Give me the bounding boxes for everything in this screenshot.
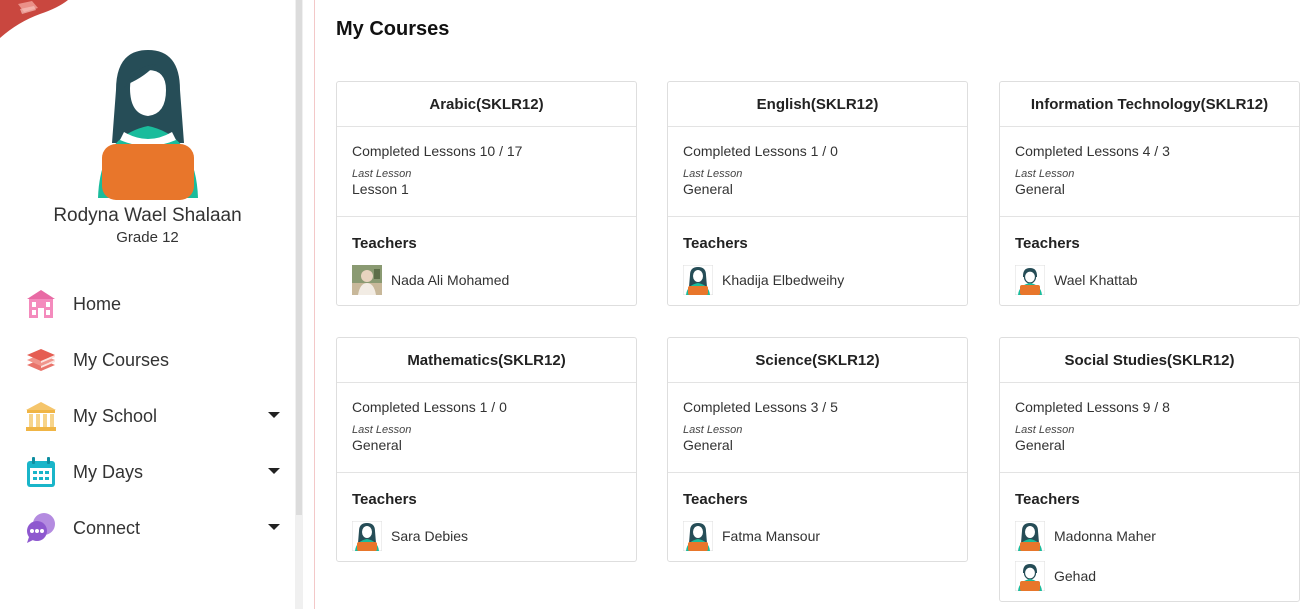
last-lesson-label: Last Lesson [683,424,743,436]
course-title[interactable]: English(SKLR12) [668,82,967,127]
course-card[interactable]: Mathematics(SKLR12) Completed Lessons 1 /… [336,337,637,562]
teachers-heading: Teachers [1015,491,1080,508]
chevron-down-icon[interactable] [268,412,280,418]
profile-avatar[interactable] [88,48,208,203]
scrollbar-thumb[interactable] [296,0,302,515]
teacher-default-avatar [1015,561,1045,591]
teacher-item[interactable]: Nada Ali Mohamed [352,265,621,295]
last-lesson-label: Last Lesson [1015,168,1075,180]
last-lesson-link[interactable]: General [1015,181,1284,197]
teacher-name: Khadija Elbedweihy [722,272,845,288]
course-progress: Completed Lessons 1 / 0 Last Lesson Genera… [668,127,967,217]
sidebar-nav: Home My Courses My School My Days Connec… [0,276,295,556]
course-progress: Completed Lessons 9 / 8 Last Lesson Genera… [1000,383,1299,473]
sidebar-item-home[interactable]: Home [0,276,295,332]
teachers-section: Teachers Madonna Maher Gehad [1000,473,1299,601]
completed-lessons: Completed Lessons 10 / 17 [352,143,523,159]
course-progress: Completed Lessons 4 / 3 Last Lesson Genera… [1000,127,1299,217]
teachers-heading: Teachers [683,235,748,252]
teachers-heading: Teachers [683,491,748,508]
teacher-name: Nada Ali Mohamed [391,272,510,288]
sidebar-item-label: Connect [73,517,141,538]
course-card[interactable]: Information Technology(SKLR12) Completed … [999,81,1300,306]
sidebar-item-connect[interactable]: Connect [0,500,295,556]
course-title[interactable]: Science(SKLR12) [668,338,967,383]
teacher-name: Wael Khattab [1054,272,1138,288]
last-lesson-link[interactable]: General [1015,437,1284,453]
completed-lessons: Completed Lessons 1 / 0 [352,399,507,415]
teachers-heading: Teachers [1015,235,1080,252]
course-card[interactable]: English(SKLR12) Completed Lessons 1 / 0 La… [667,81,968,306]
course-title[interactable]: Social Studies(SKLR12) [1000,338,1299,383]
chat-bubbles-icon [27,513,55,543]
teacher-item[interactable]: Madonna Maher [1015,521,1284,551]
teacher-default-avatar [1015,265,1045,295]
teacher-item[interactable]: Khadija Elbedweihy [683,265,952,295]
course-card[interactable]: Science(SKLR12) Completed Lessons 3 / 5 La… [667,337,968,562]
sidebar-item-my-courses[interactable]: My Courses [0,332,295,388]
last-lesson-label: Last Lesson [352,424,412,436]
teacher-item[interactable]: Wael Khattab [1015,265,1284,295]
teachers-section: Teachers Fatma Mansour [668,473,967,561]
teacher-name: Sara Debies [391,528,469,544]
last-lesson-label: Last Lesson [1015,424,1075,436]
teacher-name: Fatma Mansour [722,528,821,544]
course-title[interactable]: Arabic(SKLR12) [337,82,636,127]
last-lesson-label: Last Lesson [352,168,412,180]
course-title[interactable]: Information Technology(SKLR12) [1000,82,1299,127]
teachers-section: Teachers Khadija Elbedweihy [668,217,967,305]
sidebar-item-my-days[interactable]: My Days [0,444,295,500]
main-content: My Courses Arabic(SKLR12) Completed Lesso… [315,0,1308,609]
course-title[interactable]: Mathematics(SKLR12) [337,338,636,383]
sidebar-item-label: Home [73,293,122,314]
sidebar-item-label: My Courses [73,349,170,370]
completed-lessons: Completed Lessons 9 / 8 [1015,399,1170,415]
completed-lessons: Completed Lessons 4 / 3 [1015,143,1170,159]
last-lesson-link[interactable]: General [683,437,952,453]
teacher-default-avatar [352,521,382,551]
logo-icon[interactable] [0,0,68,40]
last-lesson-link[interactable]: General [683,181,952,197]
sidebar: Rodyna Wael Shalaan Grade 12 Home My Cou… [0,0,295,609]
teacher-default-avatar [683,265,713,295]
teachers-heading: Teachers [352,491,417,508]
teachers-section: Teachers Nada Ali Mohamed [337,217,636,305]
course-progress: Completed Lessons 1 / 0 Last Lesson Genera… [337,383,636,473]
completed-lessons: Completed Lessons 3 / 5 [683,399,838,415]
chevron-down-icon[interactable] [268,468,280,474]
teacher-name: Madonna Maher [1054,528,1156,544]
teacher-name: Gehad [1054,568,1097,584]
sidebar-item-label: My Days [73,461,144,482]
teacher-photo-avatar [352,265,382,295]
building-columns-icon [26,402,56,431]
profile-grade: Grade 12 [116,229,179,246]
books-stack-icon [27,349,55,371]
teacher-item[interactable]: Gehad [1015,561,1284,591]
profile-name: Rodyna Wael Shalaan [53,205,242,226]
last-lesson-link[interactable]: Lesson 1 [352,181,621,197]
chevron-down-icon[interactable] [268,524,280,530]
teachers-heading: Teachers [352,235,417,252]
course-progress: Completed Lessons 3 / 5 Last Lesson Genera… [668,383,967,473]
teacher-default-avatar [683,521,713,551]
teachers-section: Teachers Wael Khattab [1000,217,1299,305]
course-card[interactable]: Social Studies(SKLR12) Completed Lessons … [999,337,1300,602]
school-home-icon [27,290,55,318]
teacher-item[interactable]: Sara Debies [352,521,621,551]
last-lesson-label: Last Lesson [683,168,743,180]
teacher-item[interactable]: Fatma Mansour [683,521,952,551]
sidebar-item-my-school[interactable]: My School [0,388,295,444]
sidebar-item-label: My School [73,405,158,426]
teachers-section: Teachers Sara Debies [337,473,636,561]
page-title: My Courses [336,18,450,40]
last-lesson-link[interactable]: General [352,437,621,453]
teacher-default-avatar [1015,521,1045,551]
course-card[interactable]: Arabic(SKLR12) Completed Lessons 10 / 17 L… [336,81,637,306]
course-progress: Completed Lessons 10 / 17 Last Lesson Less… [337,127,636,217]
calendar-icon [27,457,55,487]
sidebar-scrollbar[interactable] [295,0,303,609]
completed-lessons: Completed Lessons 1 / 0 [683,143,838,159]
